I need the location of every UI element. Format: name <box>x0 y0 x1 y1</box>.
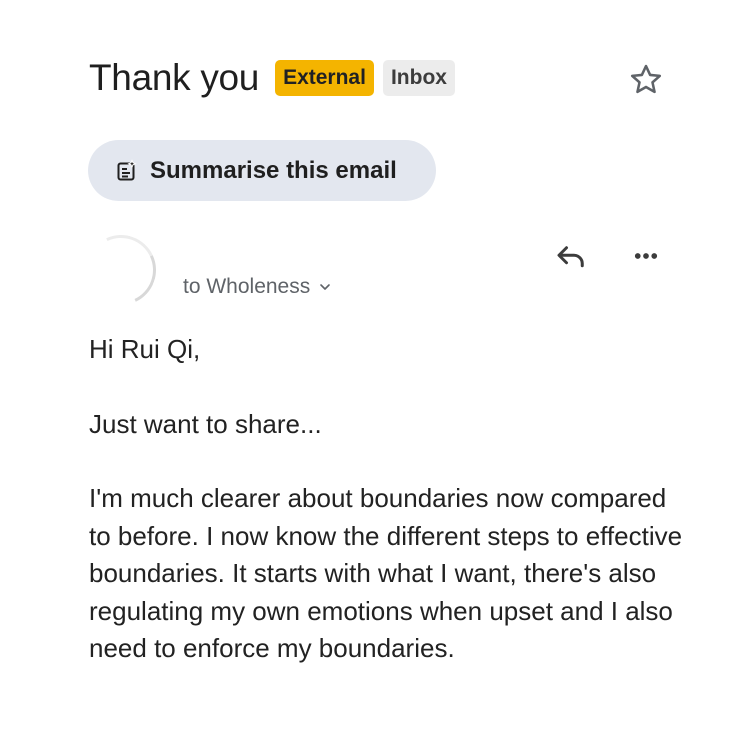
body-greeting: Hi Rui Qi, <box>89 334 201 364</box>
summarise-email-button[interactable]: Summarise this email <box>88 140 436 201</box>
star-icon[interactable] <box>627 61 665 99</box>
external-label-badge[interactable]: External <box>275 60 374 96</box>
recipient-text: to Wholeness <box>183 275 311 298</box>
recipient-details-toggle[interactable]: to Wholeness <box>183 275 332 299</box>
summarise-label: Summarise this email <box>150 156 397 184</box>
reply-icon[interactable] <box>553 238 589 274</box>
chevron-down-icon <box>320 284 331 290</box>
sender-avatar[interactable] <box>76 225 166 315</box>
subject-row: Thank you External Inbox <box>89 55 455 101</box>
email-body: Hi Rui Qi, Just want to share... I'm muc… <box>89 331 689 668</box>
email-subject: Thank you <box>89 57 260 98</box>
email-view: Thank you External Inbox Summarise this … <box>0 0 750 750</box>
more-options-icon[interactable] <box>628 238 664 274</box>
inbox-label-badge[interactable]: Inbox <box>382 60 455 96</box>
body-intro: Just want to share... <box>89 408 322 439</box>
summarise-icon <box>117 158 137 180</box>
body-paragraph: I'm much clearer about boundaries now co… <box>89 483 683 663</box>
